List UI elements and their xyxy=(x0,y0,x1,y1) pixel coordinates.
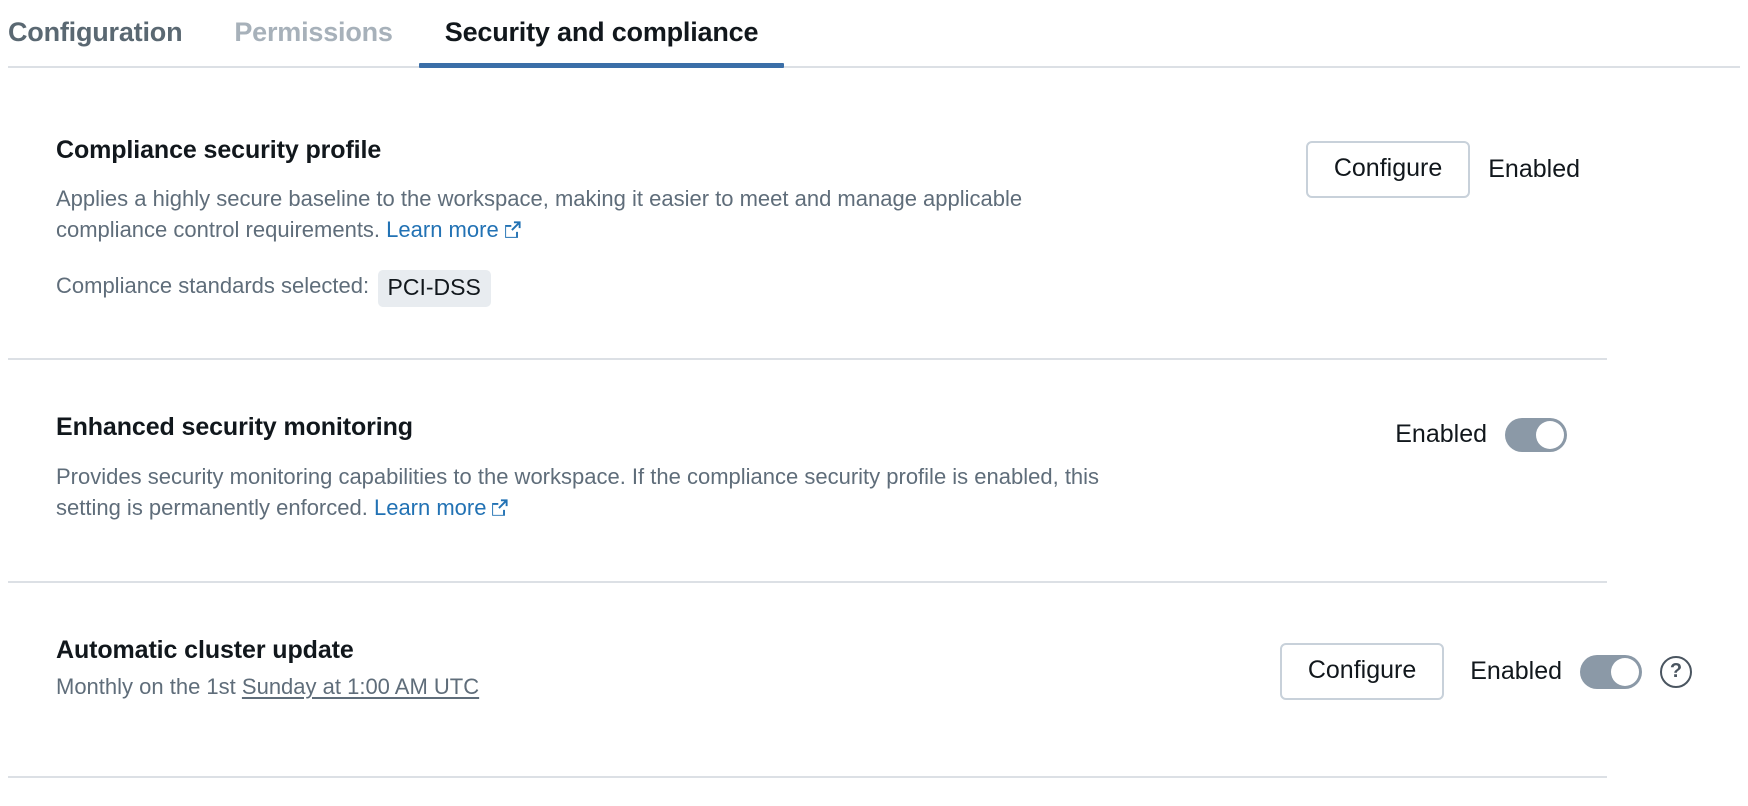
tab-permissions[interactable]: Permissions xyxy=(208,19,418,68)
automatic-cluster-update-info: Automatic cluster update Monthly on the … xyxy=(8,635,479,702)
compliance-security-profile-description: Applies a highly secure baseline to the … xyxy=(56,183,1076,247)
compliance-security-profile-status: Enabled xyxy=(1488,155,1580,184)
enhanced-security-monitoring-description-text: Provides security monitoring capabilitie… xyxy=(56,464,1099,520)
security-and-compliance-page: Configuration Permissions Security and c… xyxy=(0,0,1748,806)
external-link-icon xyxy=(503,216,522,247)
enhanced-security-monitoring-title: Enhanced security monitoring xyxy=(56,412,1136,442)
tab-security-and-compliance-label: Security and compliance xyxy=(445,17,759,47)
help-circle-icon[interactable]: ? xyxy=(1660,656,1692,688)
enhanced-security-monitoring-info: Enhanced security monitoring Provides se… xyxy=(8,412,1136,525)
enhanced-security-monitoring-description: Provides security monitoring capabilitie… xyxy=(56,461,1136,525)
tab-security-and-compliance[interactable]: Security and compliance xyxy=(419,19,785,68)
divider-after-automatic-cluster-update xyxy=(8,776,1607,778)
automatic-cluster-update-schedule-link[interactable]: Sunday at 1:00 AM UTC xyxy=(242,674,479,699)
compliance-security-profile-learn-more-link[interactable]: Learn more xyxy=(386,217,522,242)
settings-list: Compliance security profile Applies a hi… xyxy=(0,68,1748,778)
automatic-cluster-update-schedule-prefix: Monthly on the 1st xyxy=(56,674,236,699)
help-icon-glyph: ? xyxy=(1670,660,1682,683)
compliance-security-profile-controls: Configure Enabled xyxy=(1306,135,1580,198)
enhanced-security-monitoring-toggle[interactable] xyxy=(1505,418,1567,452)
automatic-cluster-update-toggle[interactable] xyxy=(1580,655,1642,689)
automatic-cluster-update-title: Automatic cluster update xyxy=(56,635,479,665)
automatic-cluster-update-configure-button[interactable]: Configure xyxy=(1280,643,1444,700)
enhanced-security-monitoring-status: Enabled xyxy=(1395,420,1487,449)
section-automatic-cluster-update: Automatic cluster update Monthly on the … xyxy=(8,583,1740,777)
automatic-cluster-update-controls: Configure Enabled ? xyxy=(1280,635,1692,700)
compliance-security-profile-configure-button[interactable]: Configure xyxy=(1306,141,1470,198)
external-link-icon xyxy=(490,494,509,525)
compliance-standards-badge: PCI-DSS xyxy=(378,270,491,306)
compliance-standards-label: Compliance standards selected: xyxy=(56,273,369,298)
toggle-knob xyxy=(1536,421,1564,449)
toggle-knob xyxy=(1611,658,1639,686)
section-enhanced-security-monitoring: Enhanced security monitoring Provides se… xyxy=(8,360,1740,583)
compliance-security-profile-title: Compliance security profile xyxy=(56,135,1076,165)
compliance-security-profile-info: Compliance security profile Applies a hi… xyxy=(8,135,1076,307)
tab-permissions-label: Permissions xyxy=(234,17,392,47)
automatic-cluster-update-schedule: Monthly on the 1st Sunday at 1:00 AM UTC xyxy=(56,671,479,702)
tab-bar: Configuration Permissions Security and c… xyxy=(0,0,1748,68)
section-compliance-security-profile: Compliance security profile Applies a hi… xyxy=(8,68,1740,360)
enhanced-security-monitoring-controls: Enabled xyxy=(1395,412,1567,452)
enhanced-security-monitoring-learn-more-label: Learn more xyxy=(374,495,487,520)
tab-configuration-label: Configuration xyxy=(8,17,182,47)
compliance-security-profile-description-text: Applies a highly secure baseline to the … xyxy=(56,186,1022,242)
automatic-cluster-update-status: Enabled xyxy=(1470,657,1562,686)
compliance-security-profile-learn-more-label: Learn more xyxy=(386,217,499,242)
enhanced-security-monitoring-learn-more-link[interactable]: Learn more xyxy=(374,495,510,520)
tab-configuration[interactable]: Configuration xyxy=(8,19,208,68)
compliance-standards-row: Compliance standards selected: PCI-DSS xyxy=(56,270,1076,306)
